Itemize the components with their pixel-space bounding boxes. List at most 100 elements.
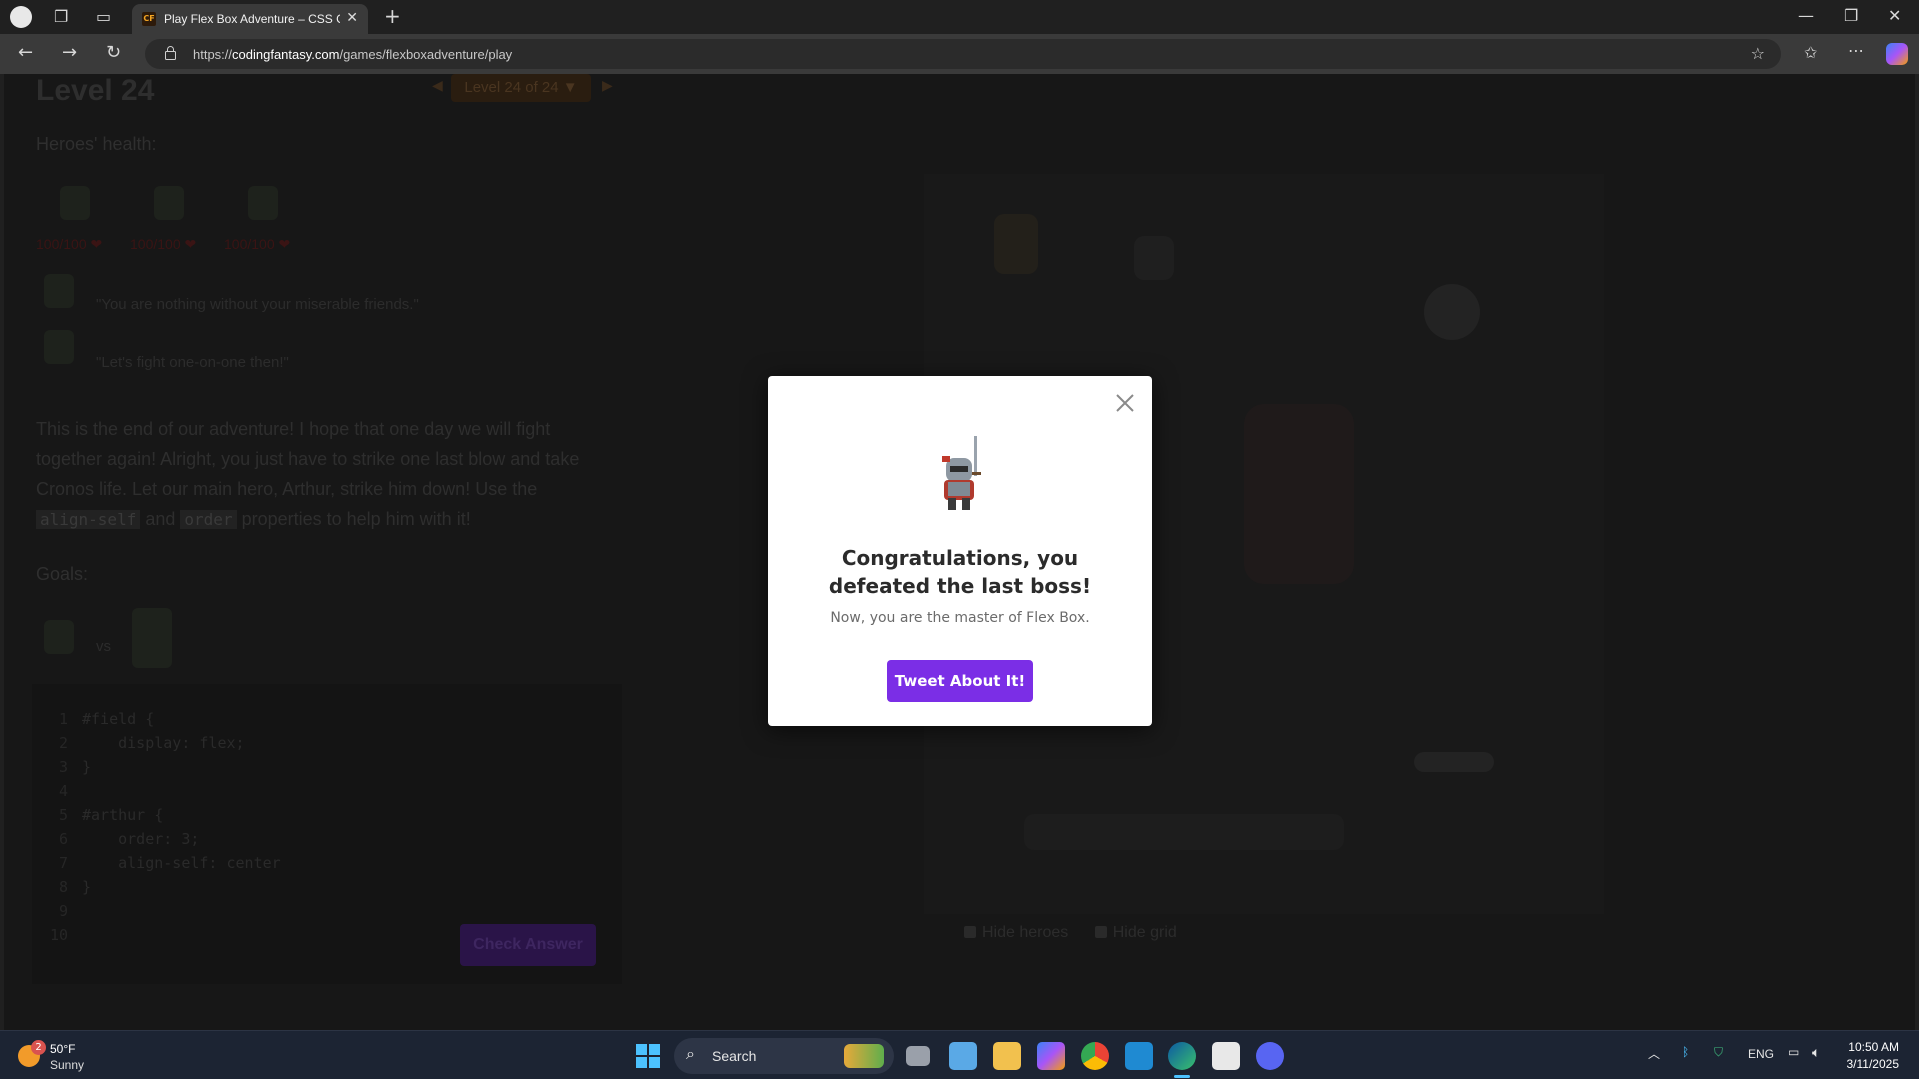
url-text[interactable]: https://codingfantasy.com/games/flexboxa…	[193, 47, 512, 62]
windows-logo-icon	[636, 1044, 647, 1055]
hero-sprite-rogue	[248, 186, 278, 220]
workspaces-icon[interactable]: ❐	[54, 9, 68, 25]
restore-icon[interactable]: ❐	[1844, 8, 1858, 24]
hero-rogue-sprite	[1134, 236, 1174, 280]
code-line: 3}	[58, 758, 92, 776]
window-close-icon[interactable]: ✕	[1888, 8, 1901, 24]
tab-close-icon[interactable]: ✕	[346, 10, 358, 26]
chrome-icon[interactable]	[1081, 1042, 1109, 1070]
file-explorer-icon[interactable]	[993, 1042, 1021, 1070]
copilot-icon[interactable]	[1886, 43, 1908, 65]
weather-condition: Sunny	[50, 1058, 85, 1072]
skull-decoration	[1424, 284, 1480, 340]
tray-overflow-icon[interactable]: ︿	[1648, 1045, 1660, 1062]
widgets-icon[interactable]	[949, 1042, 977, 1070]
lock-icon	[165, 46, 176, 60]
check-answer-button[interactable]: Check Answer	[460, 924, 596, 966]
security-shield-icon[interactable]: ⛉	[1714, 1045, 1723, 1060]
hero-quote: "Let's fight one-on-one then!"	[96, 354, 289, 371]
goal-boss-sprite	[132, 608, 172, 668]
hero-sprite-mage	[154, 186, 184, 220]
next-level-icon[interactable]: ▶	[602, 78, 613, 94]
code-line[interactable]: 7 align-self: center	[32, 854, 281, 872]
clock-time[interactable]: 10:50 AM	[1848, 1040, 1899, 1054]
clock-date[interactable]: 3/11/2025	[1847, 1057, 1900, 1071]
store-icon[interactable]	[1212, 1042, 1240, 1070]
prev-level-icon[interactable]: ◀	[432, 78, 443, 94]
close-icon[interactable]	[1114, 392, 1136, 414]
story-text: This is the end of our adventure! I hope…	[36, 419, 580, 529]
refresh-icon[interactable]: ↻	[106, 44, 121, 62]
goal-vs-text: vs	[96, 638, 111, 655]
task-view-icon[interactable]	[906, 1046, 930, 1066]
code-line: 9	[58, 902, 68, 920]
health-label: Heroes' health:	[36, 134, 157, 154]
hero-health: 100/100 ❤	[224, 236, 291, 252]
volume-icon[interactable]: 🔈︎	[1812, 1044, 1820, 1061]
code-line: 1 #field {	[58, 710, 155, 728]
edge-icon[interactable]	[1168, 1042, 1196, 1070]
victory-modal: Congratulations, you defeated the last b…	[768, 376, 1152, 726]
discord-icon[interactable]	[1256, 1042, 1284, 1070]
network-icon[interactable]: ▭	[1788, 1045, 1799, 1059]
browser-tab-bar: ❐ ▭ CF Play Flex Box Adventure – CSS Ga …	[0, 0, 1919, 34]
field-options: Hide heroes Hide grid	[964, 924, 1177, 942]
level-selector[interactable]: Level 24 of 24 ▼	[451, 74, 591, 102]
address-bar[interactable]: https://codingfantasy.com/games/flexboxa…	[145, 39, 1781, 69]
notification-badge: 2	[31, 1040, 46, 1055]
checkbox-icon[interactable]	[964, 926, 976, 938]
modal-title: Congratulations, you defeated the last b…	[828, 546, 1092, 598]
taskbar-search[interactable]: ⌕ Search	[674, 1038, 894, 1074]
hero-mage-sprite	[994, 214, 1038, 274]
hide-heroes-toggle[interactable]: Hide heroes	[964, 924, 1068, 941]
hide-grid-toggle[interactable]: Hide grid	[1094, 924, 1177, 941]
hero-health: 100/100 ❤	[130, 236, 197, 252]
favorite-star-icon[interactable]: ☆	[1751, 46, 1765, 62]
modal-subtitle: Now, you are the master of Flex Box.	[830, 610, 1090, 626]
bluetooth-icon[interactable]: ᛒ	[1682, 1045, 1689, 1059]
tab-flexbox-adventure[interactable]: CF Play Flex Box Adventure – CSS Ga ✕	[132, 4, 368, 34]
weather-temperature: 50°F	[50, 1042, 76, 1056]
search-placeholder: Search	[712, 1048, 757, 1064]
code-line: 4	[58, 782, 68, 800]
forward-icon[interactable]: →	[62, 44, 77, 62]
site-favicon-icon: CF	[142, 12, 156, 26]
tab-title: Play Flex Box Adventure – CSS Ga	[164, 12, 340, 26]
hero-health: 100/100 ❤	[36, 236, 103, 252]
search-icon: ⌕	[686, 1046, 695, 1063]
vscode-icon[interactable]	[1125, 1042, 1153, 1070]
knight-hero-icon	[942, 436, 981, 510]
level-title: Level 24	[36, 74, 155, 107]
windows-taskbar: 2 50°F Sunny ⌕ Search ︿ ᛒ ⛉ ENG ▭ 🔈︎ 10:…	[0, 1030, 1919, 1079]
stone-floor	[1024, 814, 1344, 850]
favorites-icon[interactable]: ✩	[1804, 45, 1817, 61]
code-line: 10	[49, 926, 68, 944]
browser-toolbar: ← → ↻ https://codingfantasy.com/games/fl…	[0, 34, 1919, 74]
code-line: 8}	[58, 878, 92, 896]
tab-actions-icon[interactable]: ▭	[96, 9, 111, 25]
windows-logo-icon	[649, 1044, 660, 1055]
code-line: 2 display: flex;	[58, 734, 245, 752]
goal-hero-sprite	[44, 620, 74, 654]
copilot-app-icon[interactable]	[1037, 1042, 1065, 1070]
code-line[interactable]: 6 order: 3;	[32, 830, 199, 848]
boss-cronos-sprite	[1244, 404, 1354, 584]
boss-avatar	[44, 274, 74, 308]
minimize-icon[interactable]: —	[1798, 8, 1814, 24]
checkbox-checked-icon[interactable]	[1094, 926, 1107, 938]
new-tab-icon[interactable]: +	[384, 6, 401, 26]
boss-quote: "You are nothing without your miserable …	[96, 296, 419, 313]
code-line: 5 #arthur {	[58, 806, 164, 824]
more-menu-icon[interactable]: ⋯	[1848, 43, 1864, 59]
tweet-button[interactable]: Tweet About It!	[887, 660, 1033, 702]
windows-logo-icon	[636, 1057, 647, 1068]
profile-icon[interactable]	[10, 6, 32, 28]
start-button[interactable]	[636, 1044, 660, 1068]
active-app-indicator	[1174, 1075, 1190, 1078]
goals-label: Goals:	[36, 564, 89, 584]
search-highlight-icon	[844, 1044, 884, 1068]
language-indicator[interactable]: ENG	[1748, 1047, 1774, 1061]
windows-logo-icon	[649, 1057, 660, 1068]
bone-decoration	[1414, 752, 1494, 772]
back-icon[interactable]: ←	[18, 44, 33, 62]
